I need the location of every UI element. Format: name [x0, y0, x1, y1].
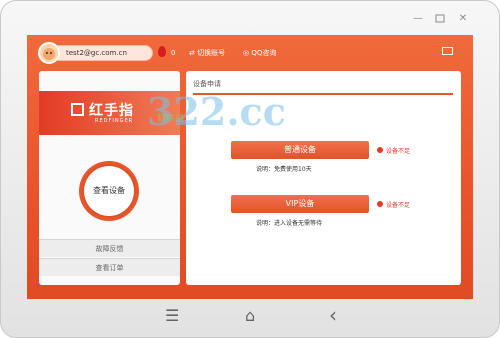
- vip-device-note: 说明：进入设备无需等待: [256, 220, 323, 227]
- status-dot-icon: [377, 201, 383, 207]
- tablet-frame: — ✕ test2@gc.com.cn 0 ⇄ 切换账号 ◎ QQ咨询 红手指 …: [0, 0, 500, 338]
- avatar-face-icon: [43, 48, 55, 60]
- brand-sub: REDFINGER: [95, 118, 134, 124]
- close-button[interactable]: ✕: [456, 14, 470, 24]
- account-field[interactable]: test2@gc.com.cn: [51, 45, 153, 61]
- feedback-button[interactable]: 故障反馈: [39, 239, 180, 257]
- home-icon[interactable]: ⌂: [245, 306, 255, 325]
- view-device-button[interactable]: 查看设备: [84, 166, 134, 216]
- menu-icon[interactable]: ☰: [165, 306, 179, 325]
- vip-device-status: 设备不足: [386, 202, 411, 209]
- normal-device-status: 设备不足: [386, 148, 411, 155]
- red-drop-icon: [158, 46, 166, 57]
- qq-icon: ◎: [243, 49, 250, 57]
- minimize-button[interactable]: —: [411, 14, 425, 24]
- badge-count: 0: [171, 49, 176, 57]
- normal-device-note: 说明：免费使用10天: [256, 166, 312, 173]
- panel-title: 设备申请: [193, 80, 221, 88]
- avatar[interactable]: [38, 42, 60, 64]
- vip-device-button[interactable]: VIP设备: [231, 195, 369, 213]
- mail-icon[interactable]: [442, 47, 453, 55]
- app-screen: test2@gc.com.cn 0 ⇄ 切换账号 ◎ QQ咨询 红手指 REDF…: [27, 35, 473, 299]
- brand-logo-icon: [71, 103, 84, 116]
- watermark-sub: 软件站: [157, 114, 185, 124]
- normal-device-button[interactable]: 普通设备: [231, 141, 369, 159]
- maximize-icon: [435, 14, 445, 23]
- back-icon[interactable]: ‹: [329, 303, 337, 327]
- brand-name: 红手指: [89, 103, 134, 119]
- qq-consult-button[interactable]: ◎ QQ咨询: [243, 48, 276, 58]
- switch-account-label: 切换账号: [197, 49, 226, 57]
- switch-account-button[interactable]: ⇄ 切换账号: [189, 48, 225, 58]
- switch-icon: ⇄: [189, 49, 195, 57]
- view-orders-button[interactable]: 查看订单: [39, 258, 180, 276]
- account-email: test2@gc.com.cn: [66, 49, 127, 57]
- qq-consult-label: QQ咨询: [251, 49, 277, 57]
- status-dot-icon: [377, 147, 383, 153]
- maximize-button[interactable]: [433, 14, 447, 24]
- top-bar: test2@gc.com.cn 0 ⇄ 切换账号 ◎ QQ咨询: [27, 35, 473, 69]
